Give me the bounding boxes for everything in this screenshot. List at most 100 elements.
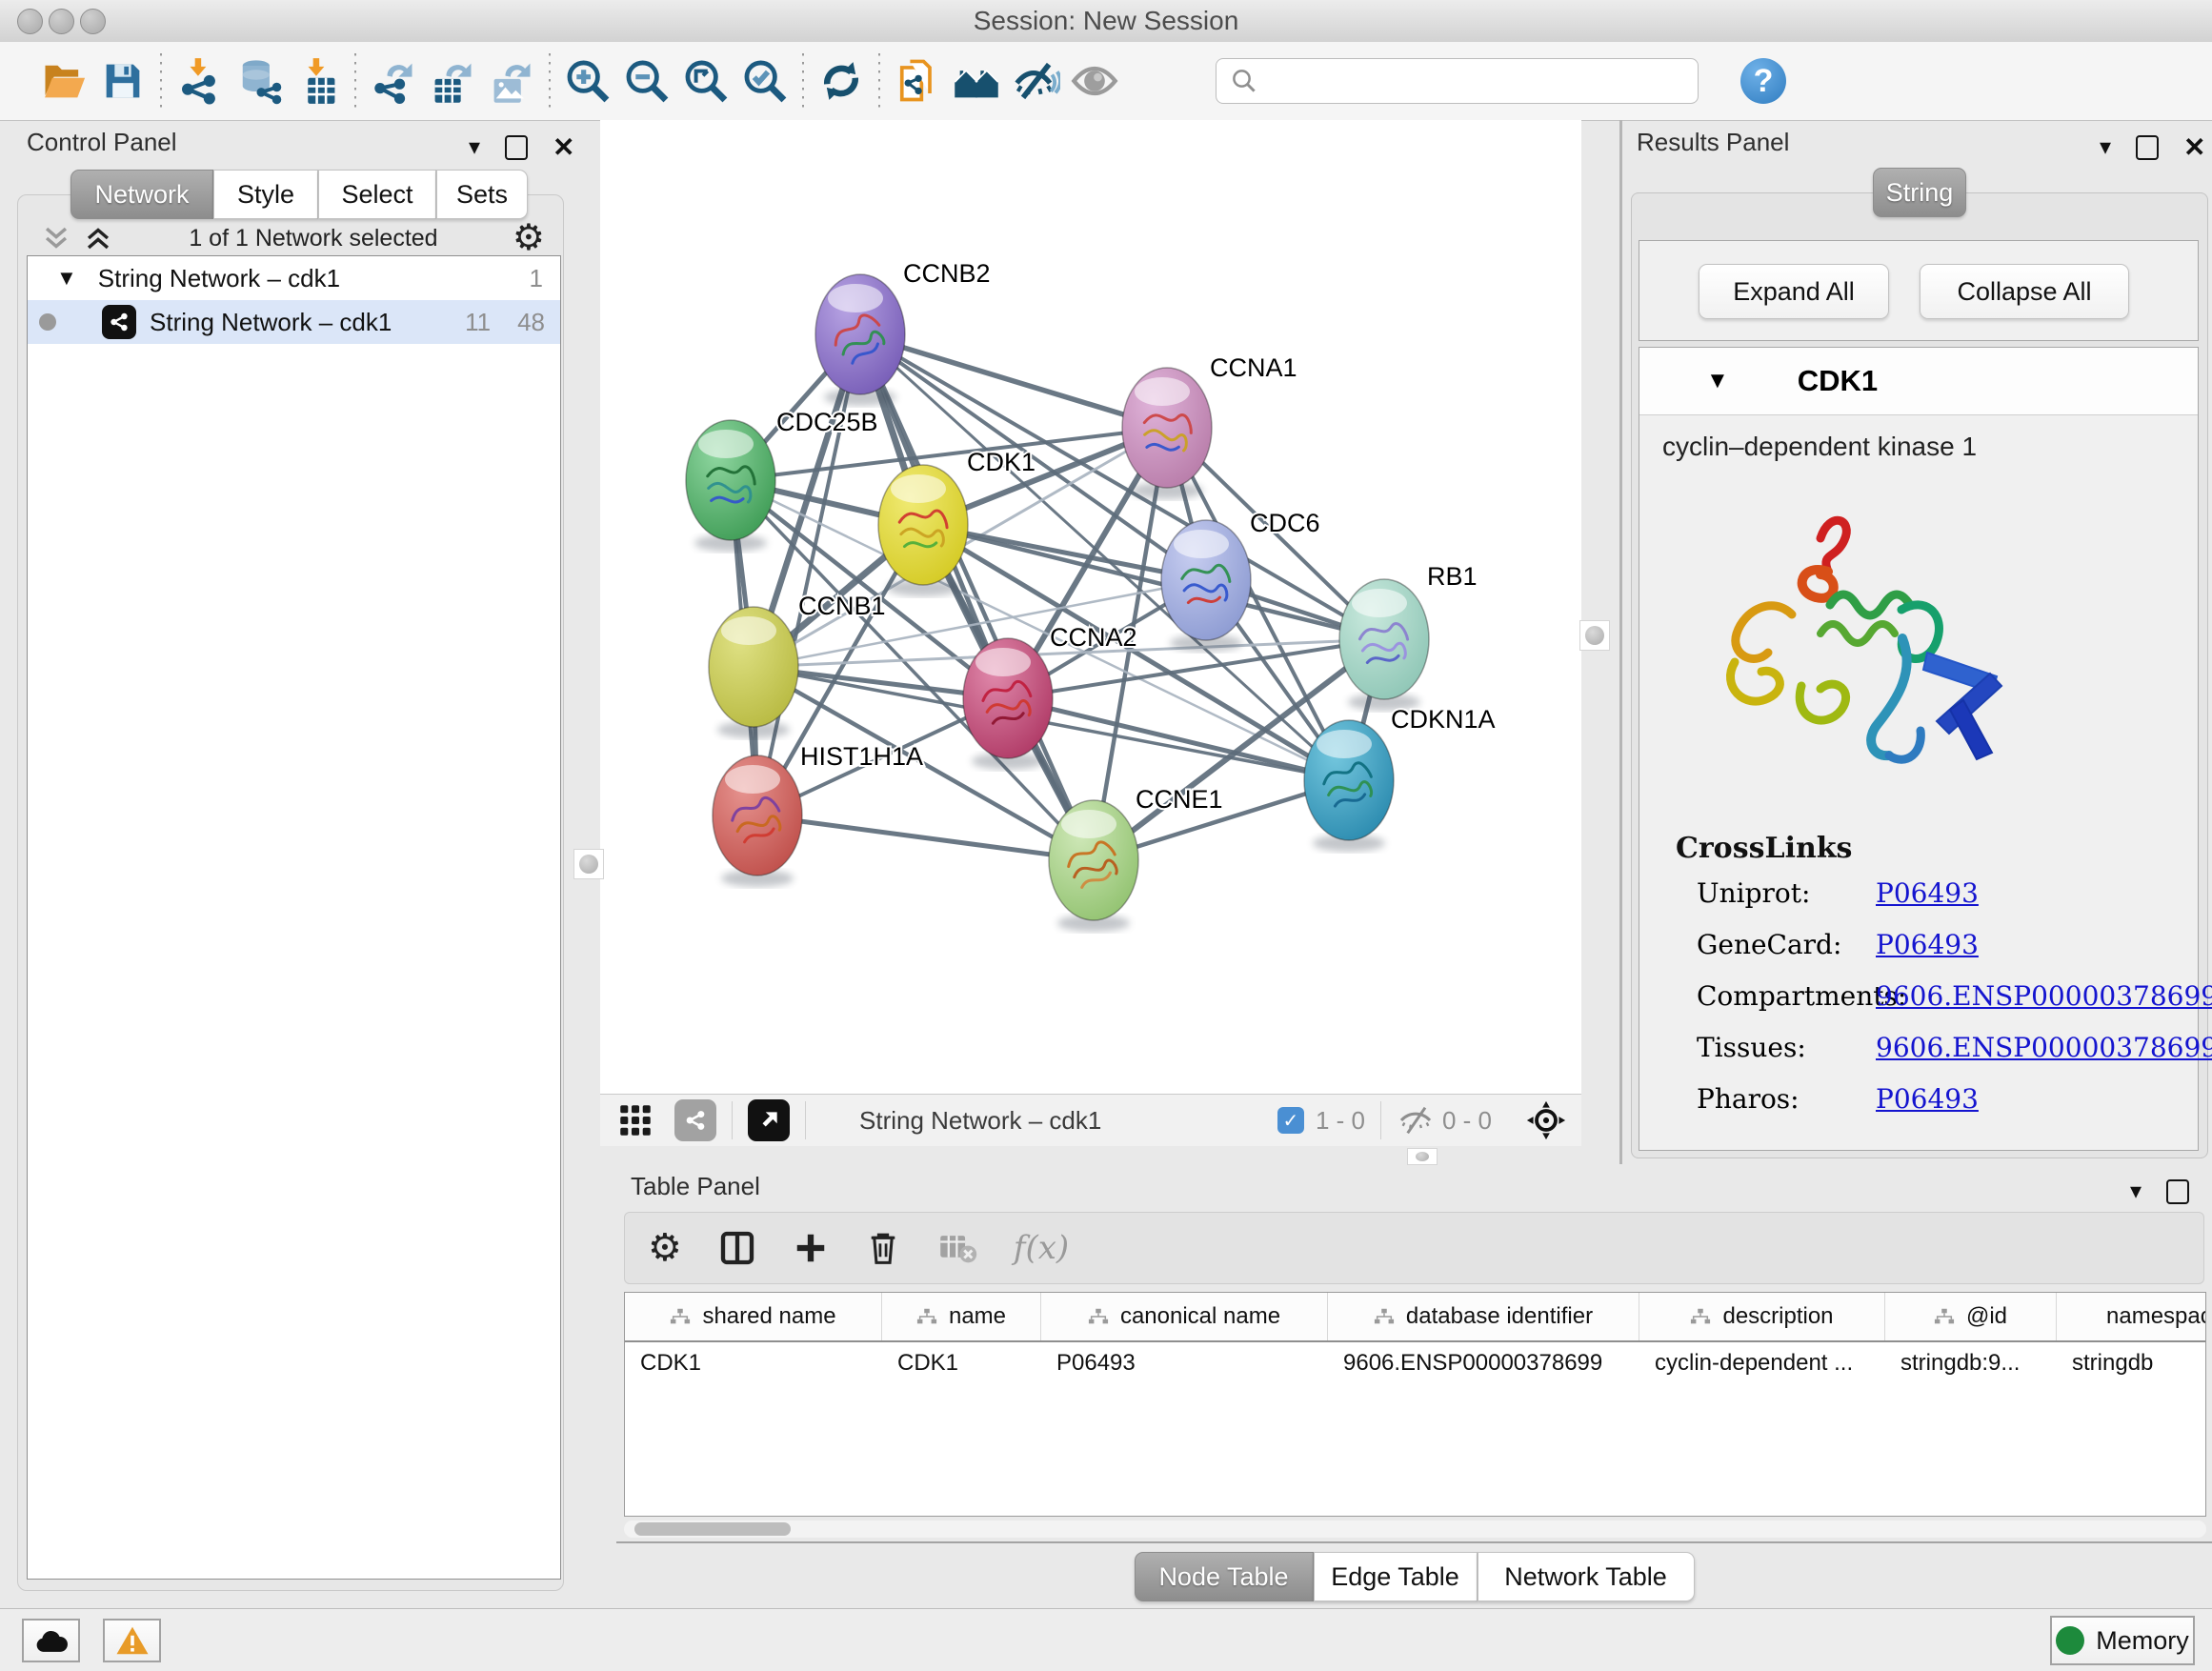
network-node-HIST1H1A[interactable]: HIST1H1A [713,742,923,887]
control-panel-close-icon[interactable]: ✕ [553,131,574,163]
share-document-button[interactable] [888,51,947,111]
show-columns-icon[interactable] [718,1229,756,1267]
string-network-graph[interactable]: CCNB2CCNA1CDC25BCDK1CDC6RB1CCNB1CCNA2CDK… [600,120,1581,1094]
tab-select[interactable]: Select [318,170,436,219]
network-node-CCNB1[interactable]: CCNB1 [709,592,886,738]
column-header-namespace[interactable]: namespace [2057,1293,2205,1340]
string-view-icon[interactable] [674,1099,716,1141]
export-image-button[interactable] [482,51,541,111]
control-panel-collapse-icon[interactable]: ▾ [469,133,480,161]
cell-database-identifier[interactable]: 9606.ENSP00000378699 [1328,1342,1639,1384]
cell-id[interactable]: stringdb:9... [1885,1342,2057,1384]
gene-card-header[interactable]: ▼ CDK1 [1639,348,2198,415]
memory-button[interactable]: Memory [2050,1616,2195,1665]
network-node-CCNE1[interactable]: CCNE1 [1049,785,1223,932]
network-row-selected[interactable]: String Network – cdk1 11 48 [28,300,560,344]
gene-collapse-icon[interactable]: ▼ [1706,368,1729,394]
column-header-name[interactable]: name [882,1293,1041,1340]
results-panel-float-icon[interactable] [2136,135,2159,160]
table-panel-float-icon[interactable] [2166,1179,2189,1204]
control-panel-float-icon[interactable] [505,135,528,160]
export-network-icon [369,56,418,106]
zoom-fit-button[interactable] [676,51,735,111]
birds-eye-view-icon[interactable] [748,1099,790,1141]
expand-all-icon[interactable] [82,224,114,252]
grid-view-icon[interactable] [615,1100,655,1140]
cell-description[interactable]: cyclin-dependent ... [1639,1342,1885,1384]
cloud-services-button[interactable] [22,1619,80,1662]
network-node-RB1[interactable]: RB1 [1339,562,1478,711]
network-view-canvas[interactable]: CCNB2CCNA1CDC25BCDK1CDC6RB1CCNB1CCNA2CDK… [600,120,1581,1094]
network-node-CCNA1[interactable]: CCNA1 [1122,353,1297,499]
tab-edge-table[interactable]: Edge Table [1314,1552,1478,1601]
network-node-CDC25B[interactable]: CDC25B [686,408,878,552]
scrollbar-thumb[interactable] [634,1522,791,1536]
column-type-icon [1374,1307,1395,1326]
collapse-all-button[interactable]: Collapse All [1920,264,2129,319]
zoom-out-button[interactable] [617,51,676,111]
add-row-icon[interactable] [793,1230,829,1266]
node-label-CDC25B: CDC25B [776,408,878,436]
help-button[interactable]: ? [1740,58,1786,104]
results-panel-divider [1619,120,1622,1164]
tab-network[interactable]: Network [70,170,213,219]
import-table-button[interactable] [288,51,347,111]
import-database-button[interactable] [229,51,288,111]
selected-nodes-checkbox[interactable]: ✓ [1277,1107,1304,1134]
tab-sets[interactable]: Sets [436,170,528,219]
column-header-id[interactable]: @id [1885,1293,2057,1340]
home-button[interactable] [947,51,1006,111]
column-header-database-identifier[interactable]: database identifier [1328,1293,1639,1340]
show-graphics-button[interactable] [1065,51,1124,111]
zoom-selected-button[interactable] [735,51,794,111]
hidden-items-icon [1397,1104,1435,1137]
network-node-CDKN1A[interactable]: CDKN1A [1304,705,1496,852]
tab-style[interactable]: Style [213,170,318,219]
cell-canonical-name[interactable]: P06493 [1041,1342,1328,1384]
table-panel-collapse-icon[interactable]: ▾ [2130,1178,2142,1205]
delete-table-icon[interactable] [937,1231,977,1265]
table-row[interactable]: CDK1 CDK1 P06493 9606.ENSP00000378699 cy… [625,1342,2205,1384]
table-horizontal-scrollbar[interactable] [624,1520,2206,1538]
export-table-button[interactable] [423,51,482,111]
crosslink-compartments-link[interactable]: 9606.ENSP00000378699 [1876,980,2212,1012]
cell-shared-name[interactable]: CDK1 [625,1342,882,1384]
cell-name[interactable]: CDK1 [882,1342,1041,1384]
tab-network-table[interactable]: Network Table [1478,1552,1695,1601]
results-panel-close-icon[interactable]: ✕ [2183,131,2205,163]
import-network-button[interactable] [170,51,229,111]
collapse-all-icon[interactable] [40,224,72,252]
collection-count: 1 [530,264,543,293]
table-options-gear-icon[interactable]: ⚙ [648,1226,682,1270]
crosslink-pharos-link[interactable]: P06493 [1876,1083,1979,1115]
network-node-CCNB2[interactable]: CCNB2 [815,259,991,406]
cell-namespace[interactable]: stringdb [2057,1342,2205,1384]
column-header-shared-name[interactable]: shared name [625,1293,882,1340]
hide-graphics-button[interactable] [1006,51,1065,111]
export-network-button[interactable] [364,51,423,111]
left-splitter-handle[interactable] [573,849,604,879]
delete-row-icon[interactable] [865,1229,901,1267]
warnings-button[interactable] [103,1619,161,1662]
bottom-splitter-handle[interactable] [1407,1148,1438,1165]
crosslink-uniprot-link[interactable]: P06493 [1876,877,1979,909]
column-header-description[interactable]: description [1639,1293,1885,1340]
save-session-button[interactable] [93,51,152,111]
refresh-button[interactable] [812,51,871,111]
network-collection-row[interactable]: ▼ String Network – cdk1 1 [28,256,560,300]
column-header-canonical-name[interactable]: canonical name [1041,1293,1328,1340]
crosslink-tissues-link[interactable]: 9606.ENSP00000378699 [1876,1032,2212,1063]
network-options-gear-icon[interactable]: ⚙ [513,224,545,252]
tab-node-table[interactable]: Node Table [1135,1552,1314,1601]
expand-all-button[interactable]: Expand All [1699,264,1889,319]
fit-selected-crosshair-icon[interactable] [1524,1098,1568,1142]
tab-string[interactable]: String [1873,168,1966,217]
tree-expand-icon[interactable]: ▼ [56,266,77,291]
search-input[interactable] [1268,61,1698,101]
zoom-in-button[interactable] [558,51,617,111]
right-splitter-handle[interactable] [1579,620,1610,651]
function-builder-icon[interactable]: f(x) [1014,1229,1069,1267]
results-panel-collapse-icon[interactable]: ▾ [2100,133,2111,161]
crosslink-genecard-link[interactable]: P06493 [1876,929,1979,960]
open-session-button[interactable] [34,51,93,111]
